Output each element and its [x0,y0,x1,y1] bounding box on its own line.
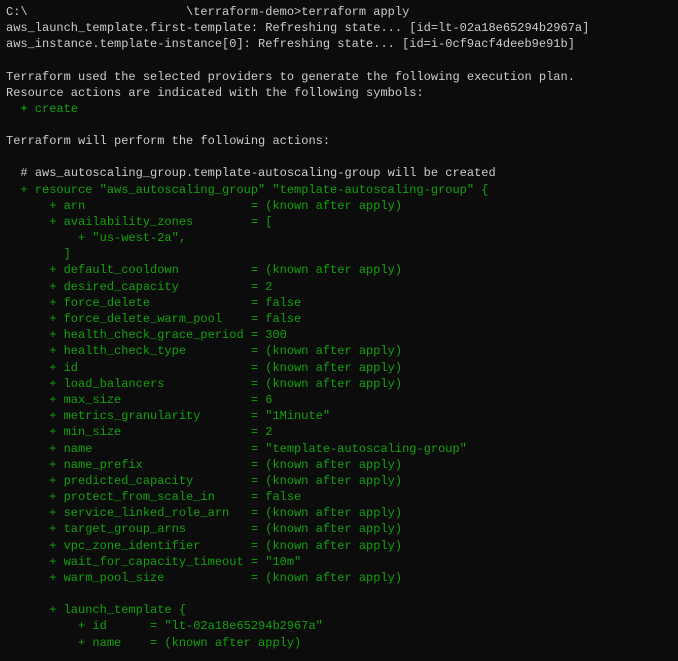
resource-attribute: + availability_zones = [ [6,214,672,230]
resource-attribute: + desired_capacity = 2 [6,279,672,295]
resource-attribute: + id = (known after apply) [6,360,672,376]
resource-attribute: + vpc_zone_identifier = (known after app… [6,538,672,554]
prompt-line: C:\ \terraform-demo>terraform apply [6,4,672,20]
resource-attribute: + protect_from_scale_in = false [6,489,672,505]
refresh-line: aws_instance.template-instance[0]: Refre… [6,36,672,52]
resource-attribute: + min_size = 2 [6,424,672,440]
resource-attribute: + target_group_arns = (known after apply… [6,521,672,537]
resource-attribute: + load_balancers = (known after apply) [6,376,672,392]
resource-attribute: + metrics_granularity = "1Minute" [6,408,672,424]
resource-open: + resource "aws_autoscaling_group" "temp… [6,182,672,198]
resource-attribute: + max_size = 6 [6,392,672,408]
resource-attribute: + warm_pool_size = (known after apply) [6,570,672,586]
prompt-command: terraform apply [301,5,409,19]
launch-template-open: + launch_template { [6,602,672,618]
resource-attribute: + default_cooldown = (known after apply) [6,262,672,278]
prompt-path: C:\ \terraform-demo> [6,5,301,19]
launch-template-id: + id = "lt-02a18e65294b2967a" [6,618,672,634]
plan-symbol-create: + create [6,101,672,117]
resource-attributes: + arn = (known after apply) + availabili… [6,198,672,587]
resource-attribute: + name = "template-autoscaling-group" [6,441,672,457]
resource-attribute: + arn = (known after apply) [6,198,672,214]
refresh-line: aws_launch_template.first-template: Refr… [6,20,672,36]
resource-attribute: + health_check_grace_period = 300 [6,327,672,343]
resource-attribute: + force_delete = false [6,295,672,311]
resource-attribute: + force_delete_warm_pool = false [6,311,672,327]
resource-attribute: + "us-west-2a", [6,230,672,246]
resource-attribute: + health_check_type = (known after apply… [6,343,672,359]
resource-comment: # aws_autoscaling_group.template-autosca… [6,165,672,181]
perform-line: Terraform will perform the following act… [6,133,672,149]
plan-intro: Terraform used the selected providers to… [6,69,672,85]
resource-attribute: + wait_for_capacity_timeout = "10m" [6,554,672,570]
plan-intro: Resource actions are indicated with the … [6,85,672,101]
resource-attribute: + service_linked_role_arn = (known after… [6,505,672,521]
launch-template-name: + name = (known after apply) [6,635,672,651]
resource-attribute: + predicted_capacity = (known after appl… [6,473,672,489]
resource-attribute: + name_prefix = (known after apply) [6,457,672,473]
resource-attribute: ] [6,246,672,262]
terminal-output: C:\ \terraform-demo>terraform apply aws_… [0,0,678,661]
